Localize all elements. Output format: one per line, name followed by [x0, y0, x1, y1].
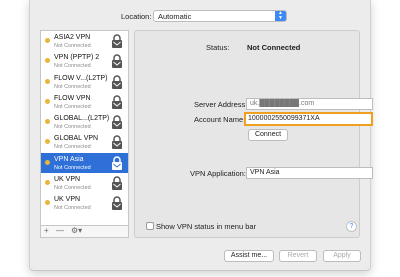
- service-status: Not Connected: [54, 103, 91, 110]
- lock-icon: [112, 196, 122, 211]
- gear-menu-button[interactable]: ⚙▾: [71, 226, 82, 235]
- status-dot-icon: [45, 98, 50, 104]
- vpn-detail-panel: Status: Not Connected Server Address: uk…: [134, 30, 373, 238]
- service-name: GLOBAL VPN: [54, 135, 99, 143]
- service-name: ASIA2 VPN: [54, 34, 91, 41]
- network-preferences-window: Location: Automatic ▲ ▼ ASIA2 VPN Not Con…: [29, 0, 373, 271]
- help-button[interactable]: ?: [346, 221, 357, 232]
- status-dot-icon: [45, 159, 50, 165]
- service-list-toolbar: + — ⚙▾: [40, 226, 129, 238]
- service-status: Not Connected: [54, 124, 91, 131]
- revert-button[interactable]: Revert: [279, 250, 317, 262]
- vpn-application-label: VPN Application:: [190, 169, 246, 178]
- account-name-label: Account Name:: [194, 115, 246, 124]
- service-item-flow-v-l2tp[interactable]: FLOW V...(L2TP) Not Connected: [41, 72, 128, 92]
- service-item-uk-vpn-2[interactable]: UK VPN Not Connected: [41, 193, 128, 213]
- service-item-global-l2tp[interactable]: GLOBAL...(L2TP) Not Connected: [41, 112, 128, 132]
- service-status: Not Connected: [54, 144, 91, 151]
- location-label: Location:: [121, 12, 152, 21]
- service-name: FLOW VPN: [54, 94, 91, 102]
- service-list: ASIA2 VPN Not Connected VPN (PPTP) 2 Not…: [40, 30, 129, 226]
- status-dot-icon: [45, 58, 50, 64]
- lock-icon: [112, 135, 122, 150]
- apply-button[interactable]: Apply: [323, 250, 361, 262]
- service-status: Not Connected: [54, 164, 91, 171]
- location-value: Automatic: [158, 12, 192, 21]
- lock-icon: [112, 156, 122, 170]
- location-select[interactable]: Automatic ▲ ▼: [153, 10, 287, 22]
- service-status: Not Connected: [54, 185, 91, 192]
- account-name-field[interactable]: 1000002550099371XA: [244, 112, 373, 126]
- show-vpn-status-label: Show VPN status in menu bar: [156, 222, 257, 231]
- status-value: Not Connected: [247, 43, 301, 52]
- status-dot-icon: [45, 38, 50, 43]
- lock-icon: [112, 176, 122, 191]
- service-status: Not Connected: [54, 83, 91, 90]
- lock-icon: [112, 34, 122, 48]
- chevron-updown-icon: ▲ ▼: [275, 11, 286, 21]
- service-status: Not Connected: [54, 205, 91, 212]
- service-name: VPN Asia: [54, 155, 84, 163]
- vpn-application-field[interactable]: VPN Asia: [246, 167, 373, 179]
- service-item-vpn-asia[interactable]: VPN Asia Not Connected: [41, 152, 128, 174]
- lock-icon: [112, 95, 122, 109]
- service-item-flow-vpn[interactable]: FLOW VPN Not Connected: [41, 92, 128, 112]
- remove-service-button[interactable]: —: [56, 226, 64, 235]
- lock-icon: [112, 115, 122, 130]
- server-address-field[interactable]: uk.████████.com: [246, 98, 373, 110]
- service-item-uk-vpn[interactable]: UK VPN Not Connected: [41, 173, 128, 193]
- show-vpn-status-checkbox[interactable]: [146, 222, 154, 230]
- service-item-asia2-vpn[interactable]: ASIA2 VPN Not Connected: [41, 31, 128, 51]
- service-name: VPN (PPTP) 2: [54, 54, 100, 62]
- status-label: Status:: [206, 43, 230, 52]
- status-dot-icon: [45, 78, 50, 84]
- lock-icon: [112, 54, 122, 69]
- connect-button[interactable]: Connect: [248, 129, 288, 141]
- add-service-button[interactable]: +: [44, 226, 49, 235]
- service-status: Not Connected: [54, 63, 91, 70]
- lock-icon: [112, 74, 122, 89]
- service-item-vpn-pptp-2[interactable]: VPN (PPTP) 2 Not Connected: [41, 51, 128, 71]
- service-item-global-vpn[interactable]: GLOBAL VPN Not Connected: [41, 132, 128, 152]
- service-name: FLOW V...(L2TP): [54, 74, 108, 82]
- status-dot-icon: [45, 119, 50, 125]
- server-address-label: Server Address:: [194, 100, 248, 109]
- service-status: Not Connected: [54, 43, 91, 49]
- service-name: GLOBAL...(L2TP): [54, 115, 110, 123]
- status-dot-icon: [45, 180, 50, 186]
- assist-me-button[interactable]: Assist me...: [224, 250, 274, 262]
- status-dot-icon: [45, 200, 50, 206]
- service-name: UK VPN: [54, 196, 81, 204]
- service-name: UK VPN: [54, 176, 81, 184]
- status-dot-icon: [45, 139, 50, 145]
